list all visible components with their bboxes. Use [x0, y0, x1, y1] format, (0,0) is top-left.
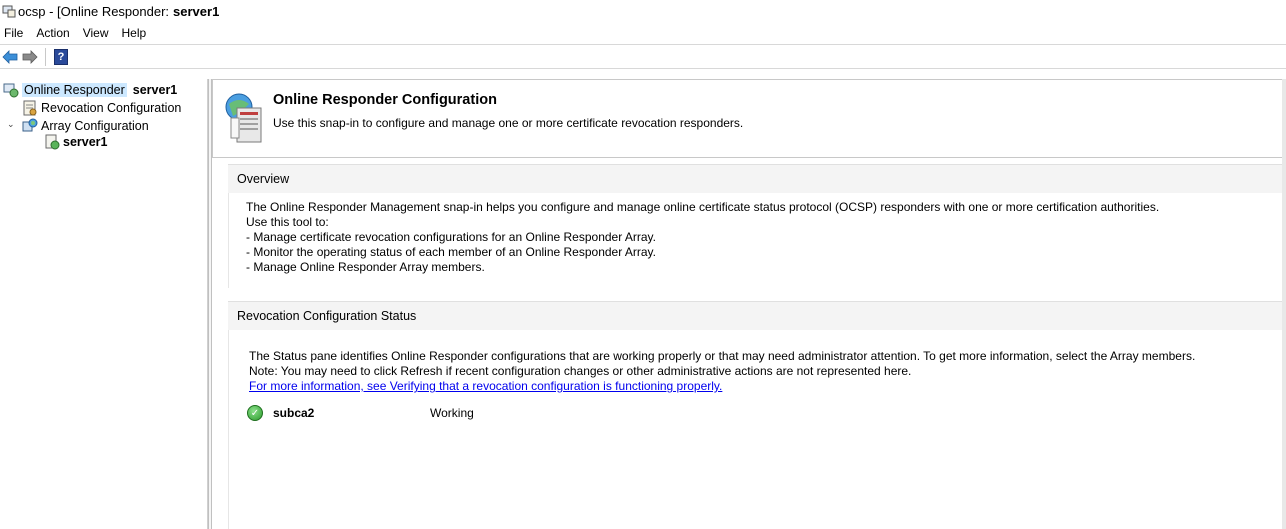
overview-line: - Manage certificate revocation configur…: [246, 230, 656, 244]
status-row[interactable]: ✓ subca2 Working: [247, 405, 474, 421]
revocation-status-section: The Status pane identifies Online Respon…: [228, 330, 1286, 529]
online-responder-icon: [3, 82, 19, 98]
status-note: Note: You may need to click Refresh if r…: [249, 364, 912, 378]
revocation-status-heading: Revocation Configuration Status: [228, 301, 1286, 330]
overview-line: - Manage Online Responder Array members.: [246, 260, 485, 274]
tree-item-label: Online Responder: [22, 82, 127, 97]
tree-item-label: Revocation Configuration: [41, 100, 182, 115]
overview-line: - Monitor the operating status of each m…: [246, 245, 656, 259]
help-button[interactable]: ?: [54, 48, 68, 65]
tree-item-online-responder[interactable]: Online Responder server1: [3, 81, 177, 98]
snapin-header: Online Responder Configuration Use this …: [212, 79, 1286, 158]
array-configuration-icon: [22, 118, 38, 134]
forward-arrow-icon: [22, 49, 38, 64]
overview-section: The Online Responder Management snap-in …: [228, 193, 1286, 288]
page-subtitle: Use this snap-in to configure and manage…: [273, 116, 744, 130]
toolbar-separator: [45, 47, 46, 66]
page-title: Online Responder Configuration: [273, 92, 497, 108]
revocation-configuration-icon: [22, 100, 38, 116]
tree-item-revocation-configuration[interactable]: Revocation Configuration: [22, 99, 181, 116]
console-tree: Online Responder server1 Revocation Conf…: [0, 79, 208, 529]
ocsp-server-icon: [223, 92, 265, 144]
toolbar: ?: [0, 44, 1286, 69]
menu-file[interactable]: File: [0, 26, 32, 40]
back-arrow-icon: [2, 49, 18, 64]
array-member-icon: [44, 134, 60, 150]
overview-line: The Online Responder Management snap-in …: [246, 200, 1160, 214]
status-value: Working: [430, 406, 474, 420]
tree-item-array-configuration[interactable]: Array Configuration: [22, 117, 149, 134]
overview-heading: Overview: [228, 164, 1286, 193]
back-button[interactable]: [1, 48, 19, 66]
forward-button[interactable]: [21, 48, 39, 66]
menu-help[interactable]: Help: [118, 26, 156, 40]
vertical-scrollbar[interactable]: [1282, 79, 1286, 529]
overview-line: Use this tool to:: [246, 215, 329, 229]
more-info-link[interactable]: For more information, see Verifying that…: [249, 379, 722, 393]
window-title-server: server1: [173, 3, 220, 19]
tree-item-label: server1: [63, 134, 108, 149]
menu-action[interactable]: Action: [32, 26, 78, 40]
status-config-name: subca2: [273, 406, 315, 420]
check-ok-icon: ✓: [247, 405, 263, 421]
menu-view[interactable]: View: [79, 26, 118, 40]
mmc-app-icon: [2, 4, 16, 18]
menu-bar: File Action View Help: [0, 24, 155, 42]
details-pane: Online Responder Configuration Use this …: [212, 79, 1286, 529]
chevron-down-icon[interactable]: ⌄: [7, 119, 15, 130]
window-title: ocsp - [Online Responder:: [18, 3, 170, 19]
status-description: The Status pane identifies Online Respon…: [249, 349, 1196, 363]
tree-item-server: server1: [132, 82, 178, 97]
tree-item-server1[interactable]: server1: [44, 133, 108, 150]
tree-item-label: Array Configuration: [41, 118, 149, 133]
title-bar: ocsp - [Online Responder: server1: [0, 0, 1286, 22]
